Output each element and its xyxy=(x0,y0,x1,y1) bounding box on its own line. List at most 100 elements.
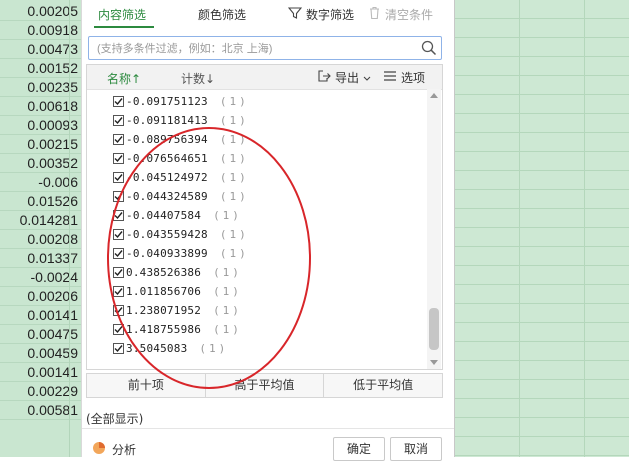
sheet-cell[interactable]: 0.014281 xyxy=(0,211,81,230)
sheet-cell[interactable]: 0.00473 xyxy=(0,40,81,59)
checkbox-checked-icon[interactable] xyxy=(113,172,124,183)
item-value: -0.043559428 xyxy=(126,228,208,241)
tab-content-filter[interactable]: 内容筛选 xyxy=(98,6,146,23)
item-value: -0.089756394 xyxy=(126,133,208,146)
sheet-cell[interactable]: -0.0024 xyxy=(0,268,81,287)
below-average-button[interactable]: 低于平均值 xyxy=(324,374,442,397)
list-header: 名称↑ 计数↓ 导出 选项 xyxy=(87,65,442,90)
analysis-label: 分析 xyxy=(112,443,137,457)
checkbox-checked-icon[interactable] xyxy=(113,267,124,278)
item-count: (1) xyxy=(219,171,249,184)
scroll-up-arrow-icon[interactable] xyxy=(430,93,438,98)
checkbox-checked-icon[interactable] xyxy=(113,96,124,107)
checkbox-checked-icon[interactable] xyxy=(113,134,124,145)
list-item[interactable]: 1.418755986 (1) xyxy=(113,320,242,339)
item-count: (1) xyxy=(219,190,249,203)
item-value: -0.045124972 xyxy=(126,171,208,184)
item-count: (1) xyxy=(219,95,249,108)
item-value: -0.040933899 xyxy=(126,247,208,260)
options-list-icon xyxy=(383,70,397,85)
options-label: 选项 xyxy=(401,71,426,85)
checkbox-checked-icon[interactable] xyxy=(113,115,124,126)
item-count: (1) xyxy=(213,266,242,279)
scroll-down-arrow-icon[interactable] xyxy=(430,360,438,365)
list-scrollbar[interactable] xyxy=(427,89,441,369)
sheet-cell[interactable]: 0.00093 xyxy=(0,116,81,135)
item-value: 1.418755986 xyxy=(126,323,202,336)
list-item[interactable]: -0.091751123 (1) xyxy=(113,92,249,111)
spreadsheet-right-grid[interactable] xyxy=(455,0,629,457)
checkbox-checked-icon[interactable] xyxy=(113,343,124,354)
top-ten-button[interactable]: 前十项 xyxy=(87,374,206,397)
export-button[interactable]: 导出 xyxy=(317,69,371,86)
chevron-down-icon xyxy=(363,71,371,85)
sheet-cell[interactable]: 0.00618 xyxy=(0,97,81,116)
checkbox-checked-icon[interactable] xyxy=(113,210,124,221)
list-item[interactable]: 1.238071952 (1) xyxy=(113,301,242,320)
sheet-cell[interactable]: 0.00229 xyxy=(0,382,81,401)
item-count: (1) xyxy=(213,304,242,317)
sort-by-count-button[interactable]: 计数↓ xyxy=(181,70,215,87)
tab-color-filter[interactable]: 颜色筛选 xyxy=(198,6,246,23)
sheet-cell[interactable]: 0.00235 xyxy=(0,78,81,97)
pie-chart-icon xyxy=(92,441,106,458)
analysis-button[interactable]: 分析 xyxy=(92,441,136,458)
list-item[interactable]: -0.040933899 (1) xyxy=(113,244,249,263)
clear-conditions-button[interactable]: 清空条件 xyxy=(368,6,433,23)
filter-panel: 内容筛选 颜色筛选 数字筛选 清空条件 名称↑ 计数↓ 导出 xyxy=(81,0,455,461)
spreadsheet-left-column[interactable]: 0.00205 0.00918 0.00473 0.00152 0.00235 0.006… xyxy=(0,0,81,457)
footer-divider xyxy=(82,428,454,429)
checkbox-checked-icon[interactable] xyxy=(113,286,124,297)
sheet-cell[interactable]: 0.00205 xyxy=(0,2,81,21)
list-item[interactable]: -0.04407584 (1) xyxy=(113,206,242,225)
sheet-cell[interactable]: 0.01526 xyxy=(0,192,81,211)
sheet-cell[interactable]: 0.00141 xyxy=(0,363,81,382)
ok-button[interactable]: 确定 xyxy=(333,437,385,461)
list-item[interactable]: 1.011856706 (1) xyxy=(113,282,242,301)
checkbox-checked-icon[interactable] xyxy=(113,305,124,316)
checkbox-checked-icon[interactable] xyxy=(113,191,124,202)
checkbox-checked-icon[interactable] xyxy=(113,248,124,259)
list-item[interactable]: -0.089756394 (1) xyxy=(113,130,249,149)
cancel-button[interactable]: 取消 xyxy=(390,437,442,461)
item-value: 0.438526386 xyxy=(126,266,202,279)
item-count: (1) xyxy=(219,152,249,165)
sheet-cell[interactable]: 0.00918 xyxy=(0,21,81,40)
item-count: (1) xyxy=(219,133,249,146)
sheet-cell[interactable]: -0.006 xyxy=(0,173,81,192)
clear-conditions-label: 清空条件 xyxy=(385,8,434,22)
checkbox-checked-icon[interactable] xyxy=(113,229,124,240)
checkbox-checked-icon[interactable] xyxy=(113,324,124,335)
checkbox-checked-icon[interactable] xyxy=(113,153,124,164)
item-count: (1) xyxy=(213,285,242,298)
scroll-thumb[interactable] xyxy=(429,308,439,350)
list-item[interactable]: -0.076564651 (1) xyxy=(113,149,249,168)
export-icon xyxy=(317,69,331,86)
sheet-cell[interactable]: 0.00141 xyxy=(0,306,81,325)
sheet-cell[interactable]: 0.00152 xyxy=(0,59,81,78)
search-icon[interactable] xyxy=(421,40,437,60)
above-average-button[interactable]: 高于平均值 xyxy=(206,374,325,397)
sheet-cell[interactable]: 0.00475 xyxy=(0,325,81,344)
item-count: (1) xyxy=(219,228,249,241)
number-filter-label: 数字筛选 xyxy=(306,8,355,22)
number-filter-button[interactable]: 数字筛选 xyxy=(287,6,355,23)
list-item[interactable]: -0.044324589 (1) xyxy=(113,187,249,206)
sheet-cell[interactable]: 0.00459 xyxy=(0,344,81,363)
sheet-cell[interactable]: 0.00352 xyxy=(0,154,81,173)
list-item[interactable]: -0.091181413 (1) xyxy=(113,111,249,130)
sheet-cell[interactable]: 0.00215 xyxy=(0,135,81,154)
sheet-cell[interactable]: 0.00208 xyxy=(0,230,81,249)
list-item[interactable]: 0.438526386 (1) xyxy=(113,263,242,282)
sort-by-name-button[interactable]: 名称↑ xyxy=(107,70,141,87)
sheet-cell[interactable]: 0.00581 xyxy=(0,401,81,420)
list-item[interactable]: -0.043559428 (1) xyxy=(113,225,249,244)
item-count: (1) xyxy=(219,114,249,127)
list-item[interactable]: 3.5045083 (1) xyxy=(113,339,228,358)
filter-icon xyxy=(287,6,303,23)
search-input[interactable] xyxy=(95,37,419,61)
sheet-cell[interactable]: 0.01337 xyxy=(0,249,81,268)
sheet-cell[interactable]: 0.00206 xyxy=(0,287,81,306)
options-button[interactable]: 选项 xyxy=(383,69,425,86)
list-item[interactable]: -0.045124972 (1) xyxy=(113,168,249,187)
